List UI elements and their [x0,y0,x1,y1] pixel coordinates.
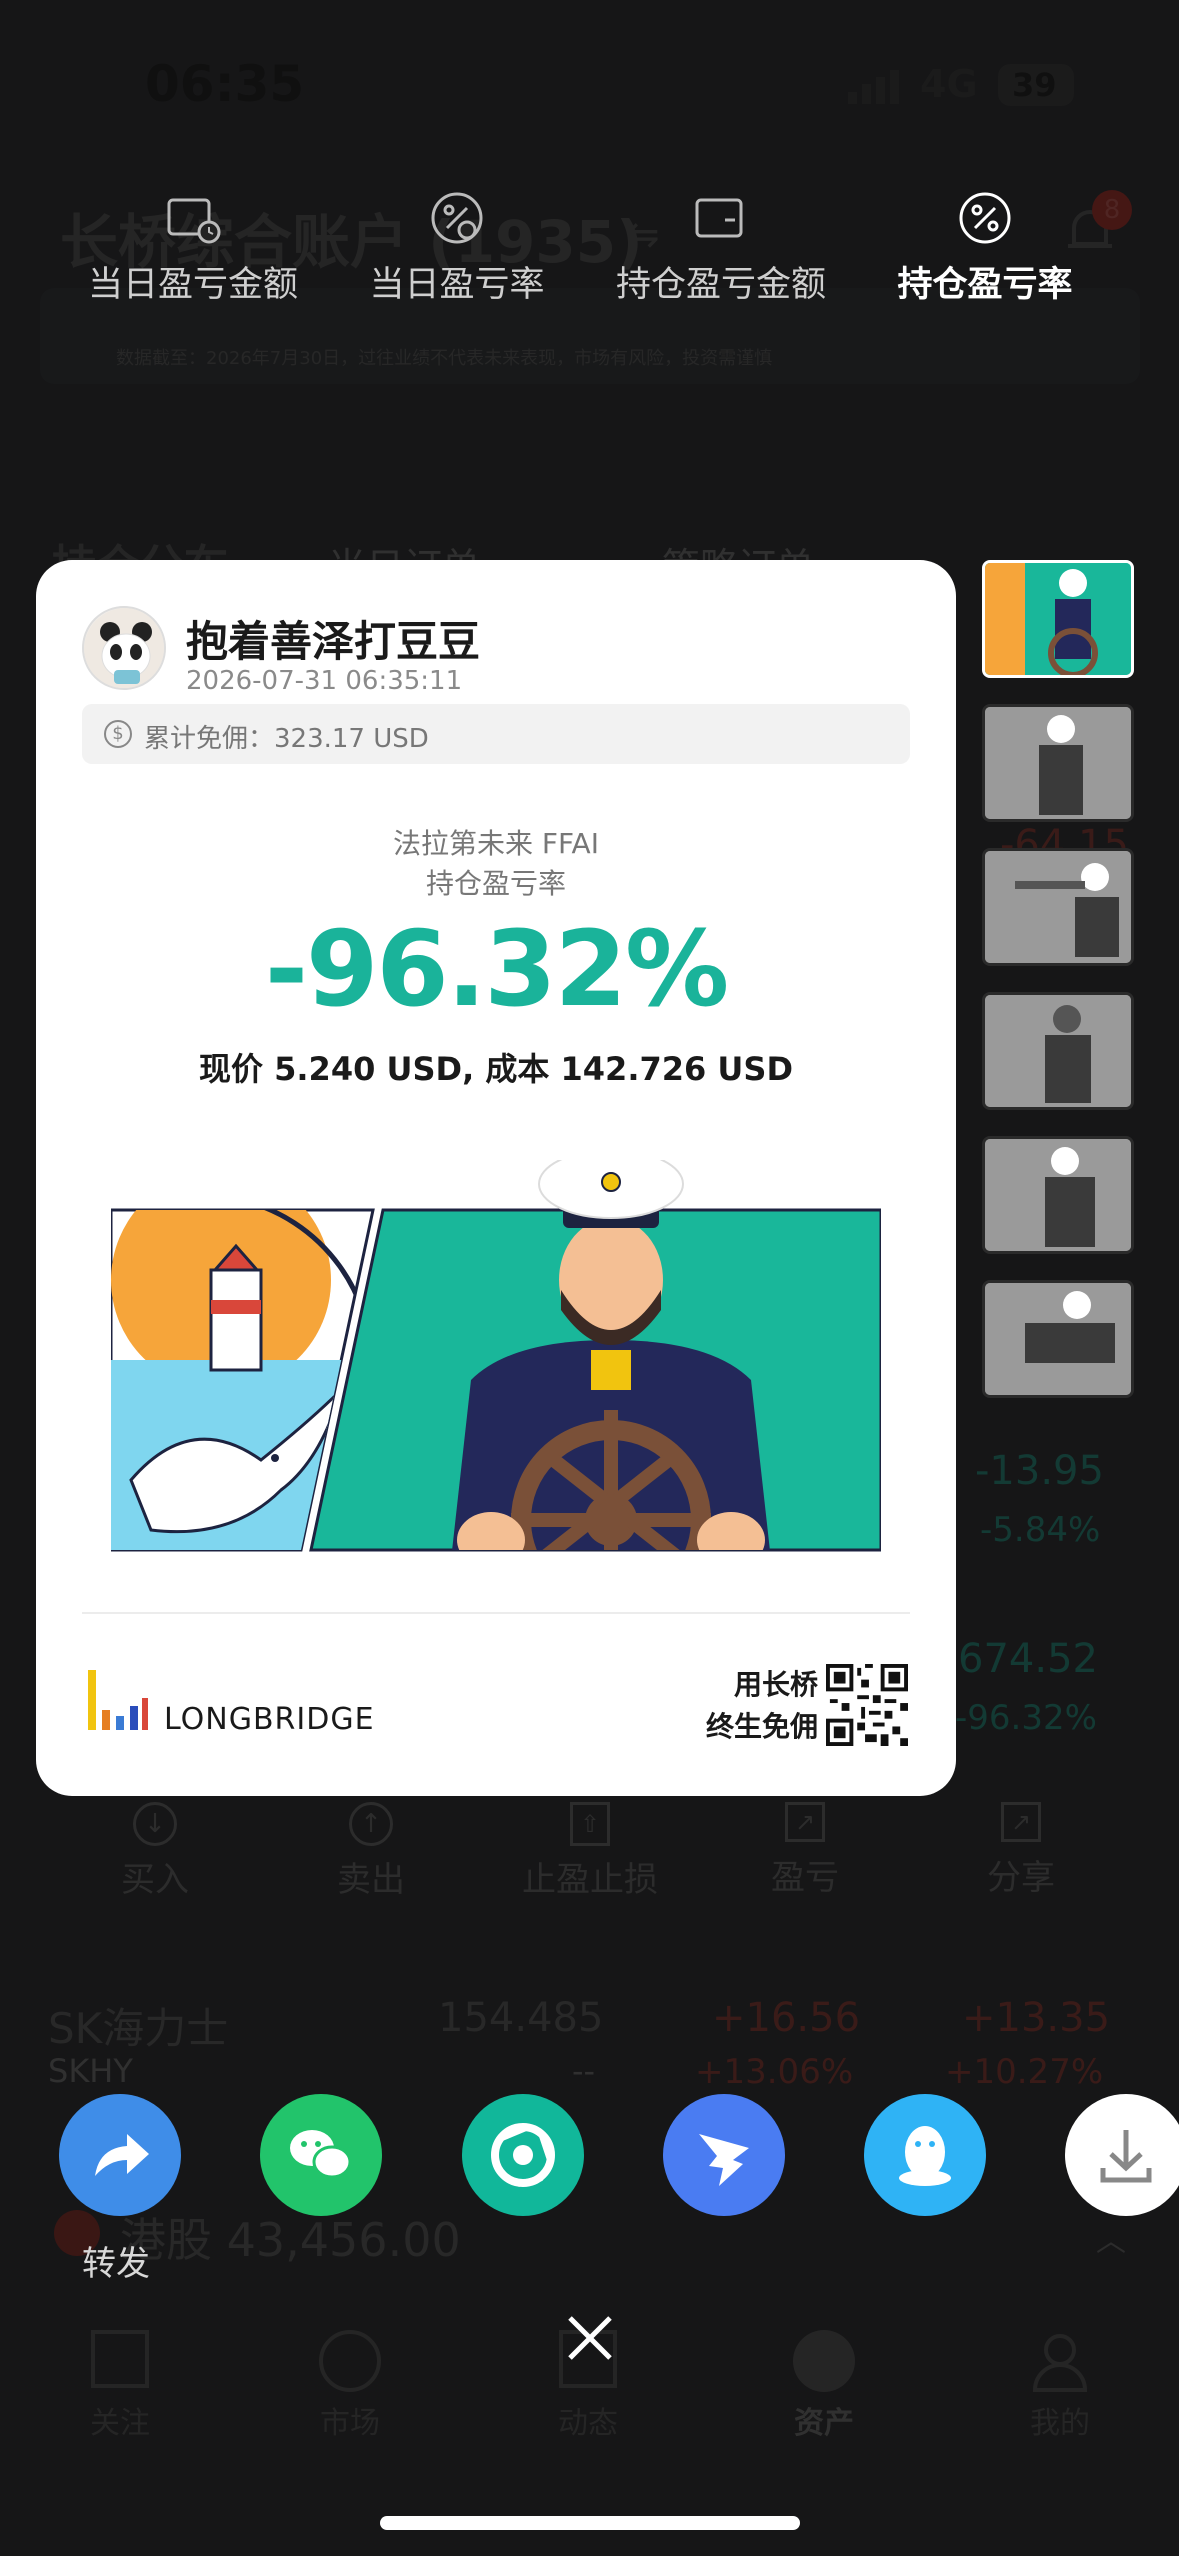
share-forward-label: 转发 [82,2244,150,2284]
tab-daily-pnl-amount[interactable]: 当日盈亏金额 [68,190,318,307]
template-thumb-2[interactable] [982,704,1134,822]
promo-line-2: 终生免佣 [705,1710,818,1743]
forward-arrow-icon [95,2134,149,2176]
stock-name: 法拉第未来 FFAI [393,827,599,860]
price-cost-line: 现价 5.240 USD, 成本 142.726 USD [198,1050,794,1088]
commission-free-bar: $ 累计免佣：323.17 USD [82,704,910,764]
share-save-button[interactable] [1065,2094,1179,2216]
tab-daily-pnl-rate[interactable]: 当日盈亏率 [332,190,582,307]
close-icon[interactable] [564,2312,616,2364]
share-card: 抱着善泽打豆豆 2026-07-31 06:35:11 $ 累计免佣：323.1… [36,560,956,1796]
qr-code [826,1664,908,1746]
moments-aperture-icon [491,2123,555,2187]
avatar [82,606,166,690]
share-forward-button[interactable] [59,2094,181,2216]
dingtalk-icon [699,2134,749,2186]
share-moments-button[interactable] [462,2094,584,2216]
tab-daily-pnl-rate-label: 当日盈亏率 [369,265,545,305]
share-wechat-button[interactable] [260,2094,382,2216]
percent-clock-icon [429,190,485,246]
tab-holding-pnl-amount[interactable]: 持仓盈亏金额 [596,190,846,307]
pnl-rate-value: -96.32% [264,908,729,1030]
wechat-icon [290,2130,352,2179]
template-thumb-3[interactable] [982,848,1134,966]
wallet-icon [693,190,749,246]
wallet-clock-icon [165,190,221,246]
tab-daily-pnl-amount-label: 当日盈亏金额 [87,265,298,305]
template-thumb-5[interactable] [982,1136,1134,1254]
dollar-coin-icon: $ [104,720,132,748]
home-indicator[interactable] [380,2516,800,2530]
metric-name: 持仓盈亏率 [425,867,566,900]
share-qq-button[interactable] [864,2094,986,2216]
promo-text: 用长桥 终生免佣 [706,1664,818,1748]
tab-holding-pnl-amount-label: 持仓盈亏金额 [615,265,826,305]
commission-free-total: 累计免佣：323.17 USD [144,724,429,754]
template-thumb-4[interactable] [982,992,1134,1110]
tab-holding-pnl-rate-label: 持仓盈亏率 [897,265,1073,305]
longbridge-logo-icon [86,1670,150,1732]
share-dingtalk-button[interactable] [663,2094,785,2216]
percent-icon [957,190,1013,246]
template-thumb-1[interactable] [982,560,1134,678]
share-timestamp: 2026-07-31 06:35:11 [186,666,463,696]
captain-illustration [109,1149,883,1560]
brand-name: LONGBRIDGE [164,1702,375,1737]
tab-holding-pnl-rate[interactable]: 持仓盈亏率 [860,190,1110,307]
card-divider [82,1612,910,1614]
download-icon [1100,2130,1152,2183]
username: 抱着善泽打豆豆 [186,617,481,666]
promo-line-1: 用长桥 [733,1668,818,1701]
template-thumb-6[interactable] [982,1280,1134,1398]
qq-penguin-icon [899,2126,951,2186]
